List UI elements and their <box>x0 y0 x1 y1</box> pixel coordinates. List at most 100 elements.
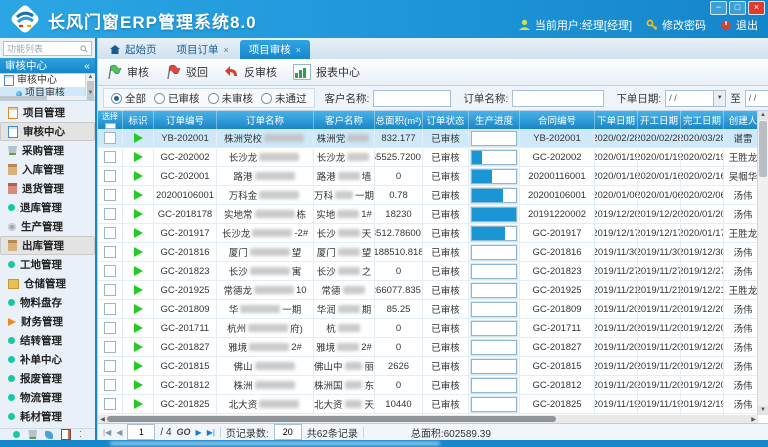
column-header-订单名称[interactable]: 订单名称 <box>217 111 314 129</box>
row-checkbox[interactable] <box>104 246 116 258</box>
column-header-总面积(m²)[interactable]: 总面积(m²) <box>375 111 423 129</box>
column-header-订单编号[interactable]: 订单编号 <box>154 111 217 129</box>
column-header-开工日期[interactable]: 开工日期 <box>638 111 681 129</box>
tree-root-audit-center[interactable]: 审核中心 <box>0 74 95 87</box>
row-checkbox[interactable] <box>104 132 116 144</box>
column-header-下单日期[interactable]: 下单日期 <box>595 111 638 129</box>
tab-close-icon[interactable]: × <box>224 45 229 55</box>
customer-name-input[interactable] <box>373 90 451 107</box>
next-page-button[interactable]: ▶ <box>196 428 202 437</box>
table-row[interactable]: GC-201925常德龙10常德266077.835..已审核GC-201925… <box>98 281 758 300</box>
logout-button[interactable]: 退出 <box>720 17 758 33</box>
sidebar-item-生产管理[interactable]: 生产管理 <box>0 217 95 236</box>
page-number-input[interactable] <box>127 424 155 440</box>
chevron-down-icon[interactable]: ▼ <box>713 91 725 106</box>
sidebar-item-耗材管理[interactable]: 耗材管理 <box>0 407 95 426</box>
tab-起始页[interactable]: 起始页 <box>101 40 166 59</box>
tab-close-icon[interactable]: × <box>296 45 301 55</box>
sidebar-item-入库管理[interactable]: 入库管理 <box>0 160 95 179</box>
scroll-down-icon[interactable]: ▼ <box>758 406 768 415</box>
order-date-end-input[interactable]: / /▼ <box>745 90 768 107</box>
row-checkbox[interactable] <box>104 227 116 239</box>
report-icon[interactable] <box>61 429 71 440</box>
table-horizontal-scrollbar[interactable]: ◀ ▶ <box>98 415 758 423</box>
row-checkbox[interactable] <box>104 170 116 182</box>
order-date-input[interactable]: / /▼ <box>665 90 726 107</box>
row-checkbox[interactable] <box>104 322 116 334</box>
table-row[interactable]: GC-201816厦门望厦门望188510.818已审核GC-201816201… <box>98 243 758 262</box>
status-dot-icon[interactable] <box>13 431 20 438</box>
sidebar-item-物流管理[interactable]: 物流管理 <box>0 388 95 407</box>
table-row[interactable]: GC-201815佛山佛山中丽2626已审核GC-2018152019/11/2… <box>98 357 758 376</box>
sidebar-item-采购管理[interactable]: 采购管理 <box>0 141 95 160</box>
sidebar-item-财务管理[interactable]: 财务管理 <box>0 312 95 331</box>
window-close-button[interactable]: × <box>748 1 765 15</box>
sidebar-item-退库管理[interactable]: 退库管理 <box>0 198 95 217</box>
tree-item-入库审核[interactable]: 入库审核 <box>0 100 95 101</box>
row-checkbox[interactable] <box>104 284 116 296</box>
tree-horizontal-scrollbar[interactable] <box>0 96 86 100</box>
审核-button[interactable]: 审核 <box>106 64 149 80</box>
first-page-button[interactable]: |◀ <box>103 428 111 437</box>
scroll-left-icon[interactable]: ◀ <box>98 416 107 423</box>
sidebar-item-补单中心[interactable]: 补单中心 <box>0 350 95 369</box>
反审核-button[interactable]: 反审核 <box>224 64 277 80</box>
table-row[interactable]: GC-2018178实地常栋实地1#18230已审核20191220002201… <box>98 205 758 224</box>
last-page-button[interactable]: ▶| <box>207 428 215 437</box>
table-row[interactable]: GC-201827雅境2#雅境2#0已审核GC-2018272019/11/20… <box>98 338 758 357</box>
prev-page-button[interactable]: ◀ <box>116 428 122 437</box>
page-size-input[interactable] <box>274 424 302 440</box>
window-minimize-button[interactable]: − <box>710 1 727 15</box>
table-row[interactable]: GC-202001路港路港墙0已审核202001160012020/01/162… <box>98 167 758 186</box>
table-row[interactable]: GC-201823长沙寓长沙之0已审核GC-2018232019/11/2720… <box>98 262 758 281</box>
window-restore-button[interactable]: □ <box>729 1 746 15</box>
row-checkbox[interactable] <box>104 360 116 372</box>
brush-icon[interactable] <box>45 431 53 439</box>
radio-已审核[interactable]: 已审核 <box>154 91 200 106</box>
column-header-选择[interactable]: 选择 <box>98 111 123 129</box>
table-row[interactable]: GC-201809华一期华润期85.25已审核GC-2018092019/11/… <box>98 300 758 319</box>
column-header-订单状态[interactable]: 订单状态 <box>423 111 469 129</box>
radio-全部[interactable]: 全部 <box>111 91 146 106</box>
collapse-icon[interactable]: « <box>84 60 90 72</box>
row-checkbox[interactable] <box>104 151 116 163</box>
row-checkbox[interactable] <box>104 303 116 315</box>
order-name-input[interactable] <box>512 90 604 107</box>
radio-未审核[interactable]: 未审核 <box>208 91 254 106</box>
more-icon[interactable]: ⁚ <box>79 432 82 438</box>
sidebar-item-出库管理[interactable]: 出库管理 <box>0 236 95 255</box>
column-header-标识[interactable]: 标识 <box>123 111 154 129</box>
table-row[interactable]: GC-201825北大资北大资天10440已审核GC-2018252019/11… <box>98 395 758 414</box>
row-checkbox[interactable] <box>104 189 116 201</box>
tree-vertical-scrollbar[interactable]: ▲▼ <box>85 74 95 96</box>
table-row[interactable]: GC-202002长沙龙长沙龙65525.7200..已审核GC-2020022… <box>98 148 758 167</box>
column-header-客户名称[interactable]: 客户名称 <box>314 111 375 129</box>
table-vertical-scrollbar[interactable]: ▲ ▼ <box>757 111 768 415</box>
sidebar-item-退货管理[interactable]: 退货管理 <box>0 179 95 198</box>
scroll-right-icon[interactable]: ▶ <box>749 416 758 423</box>
sidebar-item-物料盘存[interactable]: 物料盘存 <box>0 293 95 312</box>
table-row[interactable]: GC-201812株洲株洲国东0已审核GC-2018122019/11/2020… <box>98 376 758 395</box>
sidebar-item-项目管理[interactable]: 项目管理 <box>0 103 95 122</box>
scroll-up-icon[interactable]: ▲ <box>758 111 768 120</box>
sidebar-item-审核中心[interactable]: 审核中心 <box>0 122 95 141</box>
table-row[interactable]: GC-201711杭州府)杭0已审核GC-2017112019/11/20201… <box>98 319 758 338</box>
horizontal-scroll-thumb[interactable] <box>107 416 556 422</box>
row-checkbox[interactable] <box>104 341 116 353</box>
tab-项目审核[interactable]: 项目审核× <box>240 40 310 59</box>
change-password-button[interactable]: 修改密码 <box>646 17 706 33</box>
sidebar-item-结转管理[interactable]: 结转管理 <box>0 331 95 350</box>
column-header-生产进度[interactable]: 生产进度 <box>469 111 520 129</box>
column-header-合同编号[interactable]: 合同编号 <box>520 111 595 129</box>
sidebar-item-报废管理[interactable]: 报废管理 <box>0 369 95 388</box>
row-checkbox[interactable] <box>104 265 116 277</box>
tab-项目订单[interactable]: 项目订单× <box>168 40 238 59</box>
sidebar-item-仓储管理[interactable]: 仓储管理 <box>0 274 95 293</box>
row-checkbox[interactable] <box>104 208 116 220</box>
table-row[interactable]: YB-202001株洲党校株洲党832.177已审核YB-2020012020/… <box>98 129 758 148</box>
报表中心-button[interactable]: 报表中心 <box>293 64 360 80</box>
row-checkbox[interactable] <box>104 379 116 391</box>
row-checkbox[interactable] <box>104 398 116 410</box>
column-header-完工日期[interactable]: 完工日期 <box>681 111 724 129</box>
table-row[interactable]: GC-201917长沙龙-2#长沙天8512.78600..已审核GC-2019… <box>98 224 758 243</box>
